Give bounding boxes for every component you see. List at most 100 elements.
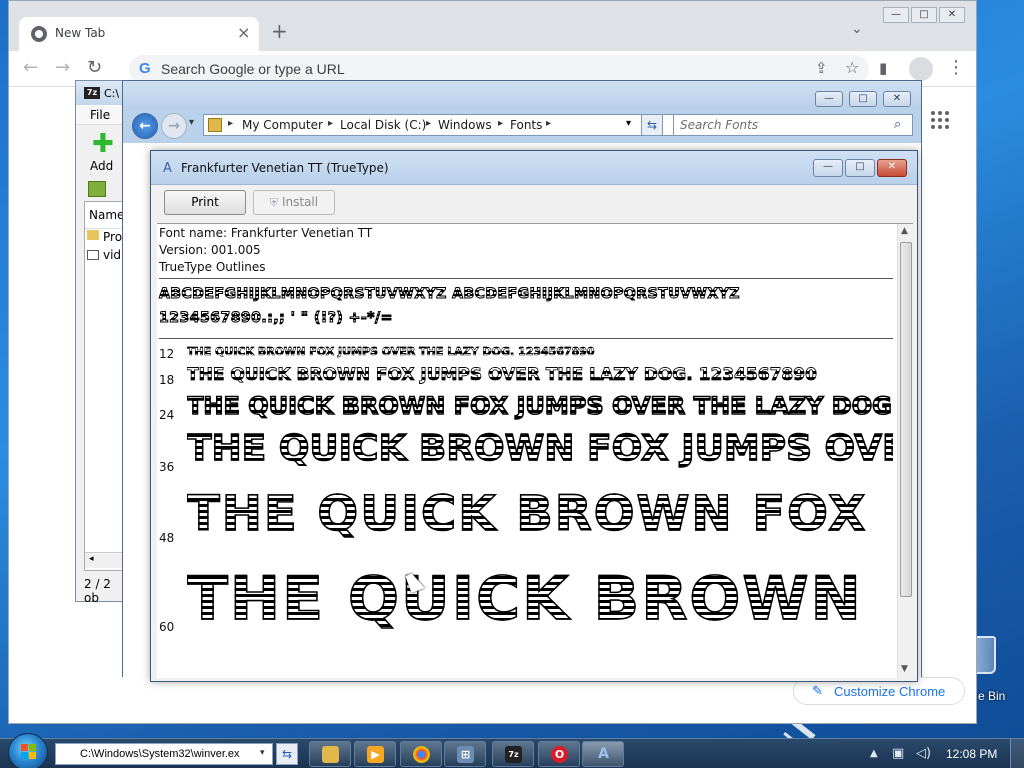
chrome-close-button[interactable]: ✕ xyxy=(939,7,965,23)
back-icon[interactable]: ← xyxy=(23,57,38,78)
vertical-scrollbar[interactable]: ▲ ▼ xyxy=(897,224,913,678)
new-tab-icon[interactable]: + xyxy=(271,19,288,43)
chrome-tabstrip: New Tab × + ⌄ — □ ✕ xyxy=(9,1,976,51)
sample-line: THE QUICK BROWN FOX JUMPS OVER THE LAZY … xyxy=(187,365,893,385)
breadcrumb-fonts[interactable]: Fonts xyxy=(510,118,542,132)
taskbar-opera-button[interactable]: O xyxy=(538,741,580,767)
breadcrumb-separator-icon[interactable]: ▸ xyxy=(228,118,233,129)
breadcrumb-separator-icon[interactable]: ▸ xyxy=(498,118,503,129)
tab-search-chevron-icon[interactable]: ⌄ xyxy=(851,21,863,37)
breadcrumb-separator-icon[interactable]: ▸ xyxy=(328,118,333,129)
address-dropdown-icon[interactable]: ▾ xyxy=(626,118,631,129)
up-folder-icon[interactable] xyxy=(88,181,106,197)
taskbar-chrome-button[interactable] xyxy=(400,741,442,767)
network-icon: ⊞ xyxy=(457,746,474,763)
breadcrumb-my-computer[interactable]: My Computer xyxy=(242,118,323,132)
font-viewer-title: Frankfurter Venetian TT (TrueType) xyxy=(181,161,389,175)
network-tray-icon[interactable]: ▣ xyxy=(892,746,904,761)
menu-file[interactable]: File xyxy=(90,108,110,122)
scroll-down-icon[interactable]: ▼ xyxy=(901,664,908,674)
forward-icon[interactable]: → xyxy=(55,57,70,78)
omnibox[interactable]: G Search Google or type a URL ⇪ ☆ xyxy=(129,55,869,83)
size-label: 12 xyxy=(159,347,175,361)
add-label[interactable]: Add xyxy=(90,159,113,173)
close-tab-icon[interactable]: × xyxy=(237,23,250,42)
bookmark-star-icon[interactable]: ☆ xyxy=(845,58,859,77)
font-viewer-close-button[interactable]: ✕ xyxy=(877,159,907,177)
chrome-menu-icon[interactable]: ⋮ xyxy=(947,57,965,78)
taskbar-7zip-button[interactable]: 7z xyxy=(492,741,534,767)
customize-chrome-label: Customize Chrome xyxy=(834,684,946,699)
font-viewer-maximize-button[interactable]: □ xyxy=(845,159,875,177)
breadcrumb-separator-icon[interactable]: ▸ xyxy=(426,118,431,129)
profile-avatar-icon[interactable] xyxy=(909,57,933,81)
font-name-line: Font name: Frankfurter Venetian TT xyxy=(159,226,373,240)
font-preview-pane: Font name: Frankfurter Venetian TT Versi… xyxy=(157,223,913,678)
search-icon[interactable]: ⌕ xyxy=(894,117,901,132)
back-arrow-icon[interactable]: ← xyxy=(132,113,158,139)
refresh-icon[interactable]: ⇆ xyxy=(641,114,663,136)
volume-icon[interactable]: ◁) xyxy=(916,746,931,761)
add-plus-icon[interactable]: ✚ xyxy=(92,131,114,157)
size-label: 24 xyxy=(159,408,175,422)
show-desktop-button[interactable] xyxy=(1010,739,1024,768)
font-viewer-titlebar: A Frankfurter Venetian TT (TrueType) — □… xyxy=(151,151,917,185)
forward-arrow-icon[interactable]: → xyxy=(161,113,187,139)
search-fonts-input[interactable]: Search Fonts ⌕ xyxy=(673,114,913,136)
size-label: 36 xyxy=(159,460,175,474)
explorer-maximize-button[interactable]: □ xyxy=(849,91,877,107)
chrome-minimize-button[interactable]: — xyxy=(883,7,909,23)
list-item[interactable]: Pro xyxy=(103,230,122,244)
opera-icon: O xyxy=(551,746,568,763)
run-dropdown-icon[interactable]: ▾ xyxy=(260,748,265,758)
7zip-logo-icon: 7z xyxy=(84,87,100,99)
google-icon: G xyxy=(139,60,151,77)
explorer-minimize-button[interactable]: — xyxy=(815,91,843,107)
outline-type-line: TrueType Outlines xyxy=(159,260,266,274)
share-icon[interactable]: ⇪ xyxy=(815,59,828,77)
taskbar-network-button[interactable]: ⊞ xyxy=(444,741,486,767)
list-item[interactable]: vid xyxy=(103,248,121,262)
scroll-up-icon[interactable]: ▲ xyxy=(901,226,908,236)
7zip-title: C:\ xyxy=(104,87,120,100)
windows-logo-icon xyxy=(21,744,37,760)
breadcrumb-windows[interactable]: Windows xyxy=(438,118,492,132)
omnibox-placeholder: Search Google or type a URL xyxy=(161,61,345,77)
breadcrumb-separator-icon[interactable]: ▸ xyxy=(546,118,551,129)
go-arrow-icon[interactable]: ⇆ xyxy=(276,743,298,765)
divider xyxy=(159,278,893,279)
chrome-maximize-button[interactable]: □ xyxy=(911,7,937,23)
apps-grid-icon[interactable] xyxy=(931,111,949,129)
print-button[interactable]: Print xyxy=(164,190,246,215)
explorer-close-button[interactable]: ✕ xyxy=(883,91,911,107)
explorer-navbar: ← → ▾ ▸ My Computer ▸ Local Disk (C:) ▸ … xyxy=(123,111,921,141)
breadcrumb-local-disk[interactable]: Local Disk (C:) xyxy=(340,118,426,132)
font-viewer-toolbar: Print ⛨ Install xyxy=(151,185,917,223)
clock[interactable]: 12:08 PM xyxy=(946,747,997,761)
scrollbar-thumb[interactable] xyxy=(900,242,912,597)
reload-icon[interactable]: ↻ xyxy=(87,57,102,78)
start-button[interactable] xyxy=(8,733,48,768)
size-label: 18 xyxy=(159,373,175,387)
folder-icon xyxy=(87,230,99,240)
taskbar-media-button[interactable]: ▶ xyxy=(354,741,396,767)
taskbar-font-viewer-button[interactable]: A xyxy=(582,741,624,767)
7zip-icon: 7z xyxy=(505,746,522,763)
recent-pages-chevron-icon[interactable]: ▾ xyxy=(189,117,194,128)
side-panel-icon[interactable]: ▮ xyxy=(879,59,887,77)
chrome-tab[interactable]: New Tab × xyxy=(19,17,259,51)
size-label: 60 xyxy=(159,620,175,634)
address-toolbar-input[interactable]: C:\Windows\System32\winver.ex xyxy=(55,743,273,765)
search-placeholder: Search Fonts xyxy=(680,118,759,132)
explorer-titlebar: — □ ✕ xyxy=(123,81,921,111)
font-viewer-minimize-button[interactable]: — xyxy=(813,159,843,177)
recycle-bin-label: e Bin xyxy=(978,689,1006,703)
show-hidden-icons-icon[interactable]: ▲ xyxy=(870,748,878,759)
chrome-favicon-icon xyxy=(31,26,47,42)
sample-line: THE QUICK BROWN FOX JUMPS OVER THE LAZY … xyxy=(187,392,893,420)
column-name-header[interactable]: Name xyxy=(89,208,124,222)
install-button[interactable]: ⛨ Install xyxy=(253,190,335,215)
media-player-icon: ▶ xyxy=(367,746,384,763)
taskbar-explorer-button[interactable] xyxy=(309,741,351,767)
divider xyxy=(159,338,893,339)
